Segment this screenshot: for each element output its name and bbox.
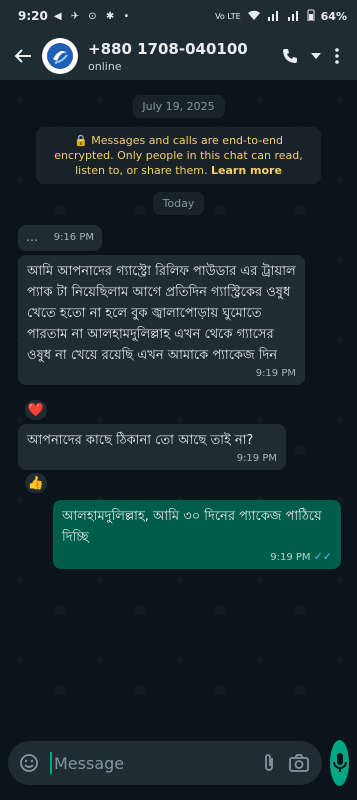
contact-status: online: [88, 59, 122, 73]
today-divider: Today: [152, 192, 205, 215]
back-arrow-icon[interactable]: [6, 39, 40, 73]
learn-more-link[interactable]: Learn more: [211, 164, 282, 177]
message-text: আমি আপনাদের গ্যাস্ট্রো রিলিফ পাউডার এর ট…: [27, 264, 296, 363]
message-time: 9:19 PM: [255, 368, 296, 379]
header-actions: [277, 41, 351, 71]
contact-name: +880 1708-040100: [88, 39, 248, 58]
message-time: 9:19 PM: [236, 453, 277, 464]
message-bubble-incoming[interactable]: আমি আপনাদের গ্যাস্ট্রো রিলিফ পাউডার এর ট…: [18, 255, 305, 385]
chat-header: +880 1708-040100 online: [0, 32, 357, 80]
battery-icon: [307, 9, 315, 24]
read-ticks-icon: ✓✓: [313, 550, 332, 563]
heart-reaction-icon[interactable]: ❤️: [24, 399, 48, 421]
brand-logo-icon: [47, 43, 73, 69]
message-bubble-outgoing[interactable]: আলহামদুলিল্লাহ, আমি ৩০ দিনের প্যাকেজ পাঠ…: [53, 500, 341, 569]
signal-icon-2: [287, 9, 301, 24]
message-text: আপনাদের কাছে ঠিকানা তো আছে তাই না?: [27, 433, 254, 448]
camera-icon[interactable]: [284, 748, 314, 778]
signal-icon: [267, 9, 281, 24]
volte-icon: Vo LTE: [215, 11, 241, 21]
more-options-icon[interactable]: [329, 41, 345, 71]
contact-info[interactable]: +880 1708-040100 online: [88, 40, 248, 73]
date-divider: July 19, 2025: [132, 95, 225, 118]
status-right: Vo LTE 64%: [215, 9, 347, 24]
message-meta: 9:19 PM ✓✓: [62, 550, 332, 563]
attach-icon[interactable]: [254, 748, 284, 778]
status-bar: 9:20 ◀ ✈ ⊙ ✱ • Vo LTE 64%: [0, 0, 357, 32]
message-input-box[interactable]: [8, 741, 322, 785]
chat-area[interactable]: July 19, 2025 🔒 Messages and calls are e…: [0, 80, 357, 726]
status-time: 9:20: [18, 9, 48, 23]
call-dropdown-icon[interactable]: [309, 41, 323, 71]
sticker-icon[interactable]: [16, 750, 42, 776]
message-bubble-incoming[interactable]: ⋯ 9:16 PM: [18, 225, 102, 251]
encryption-notice[interactable]: 🔒 Messages and calls are end-to-end encr…: [36, 127, 321, 184]
thumbs-up-reaction-icon[interactable]: 👍: [24, 472, 48, 494]
call-icon[interactable]: [277, 41, 303, 71]
mic-button[interactable]: [330, 740, 349, 786]
wifi-icon: [247, 9, 261, 24]
message-bubble-incoming[interactable]: আপনাদের কাছে ঠিকানা তো আছে তাই না? 9:19 …: [18, 424, 286, 470]
message-text: ⋯: [26, 233, 38, 247]
avatar[interactable]: [42, 38, 78, 74]
message-text: আলহামদুলিল্লাহ, আমি ৩০ দিনের প্যাকেজ পাঠ…: [62, 509, 322, 545]
notification-icons: ◀ ✈ ⊙ ✱ •: [53, 10, 133, 22]
battery-level: 64%: [320, 9, 347, 23]
composer: [0, 726, 357, 800]
message-input[interactable]: [50, 752, 254, 774]
mic-icon: [332, 753, 347, 772]
message-time: 9:19 PM: [270, 552, 311, 563]
message-time: 9:16 PM: [53, 232, 94, 243]
